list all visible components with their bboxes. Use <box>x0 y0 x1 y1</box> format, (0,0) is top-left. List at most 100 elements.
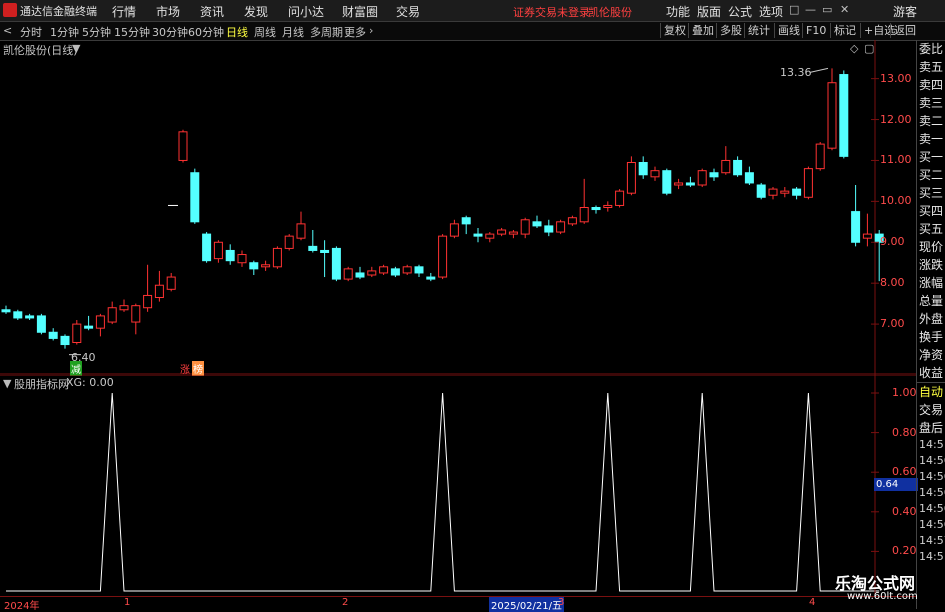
tick-time: 14:56 <box>919 502 945 515</box>
candle-body <box>662 170 672 194</box>
tick-time: 14:57 <box>919 534 945 547</box>
badge-reduce[interactable]: 减 <box>70 361 82 376</box>
candle <box>650 166 660 181</box>
candle <box>25 313 35 320</box>
menu-function[interactable]: 功能 <box>666 3 690 20</box>
btn-stats[interactable]: 统计 <box>744 23 773 38</box>
candle-body <box>697 170 707 186</box>
menu-wealth[interactable]: 财富圈 <box>342 3 378 20</box>
btn-multistock[interactable]: 多股 <box>716 23 745 38</box>
candle <box>615 189 625 208</box>
candle <box>166 272 176 292</box>
menu-options[interactable]: 选项 <box>759 3 783 20</box>
trade-list: 自动 交易 盘后 <box>917 382 945 437</box>
candle <box>556 219 566 235</box>
candle-body <box>438 235 448 278</box>
candle-body <box>296 223 306 239</box>
btn-adjust[interactable]: 复权 <box>660 23 689 38</box>
candle <box>296 211 306 241</box>
period-toolbar: < 分时 1分钟 5分钟 15分钟 30分钟 60分钟 日线 周线 月线 多周期… <box>0 22 945 41</box>
maximize-icon[interactable]: ▭ <box>822 3 832 16</box>
period-weekly[interactable]: 周线 <box>254 24 276 40</box>
cursor-date-badge: 2025/02/21/五 <box>489 597 565 612</box>
menu-ask[interactable]: 问小达 <box>288 3 324 20</box>
candle-body <box>272 247 282 268</box>
login-warning[interactable]: 证券交易未登录 <box>513 4 590 20</box>
btn-return[interactable]: 返回 <box>890 23 919 38</box>
candle-body <box>284 235 294 249</box>
quote-item: 买三 <box>919 186 944 200</box>
guest-user[interactable]: 游客 <box>893 3 917 20</box>
close-icon[interactable]: ✕ <box>840 3 849 16</box>
more-chevron-icon[interactable]: › <box>369 24 373 37</box>
candle <box>497 227 507 237</box>
menu-news[interactable]: 资讯 <box>200 3 224 20</box>
restore-icon[interactable]: □ <box>789 3 799 16</box>
trade-item[interactable]: 交易 <box>917 401 945 419</box>
tick-time: 14:56 <box>919 486 945 499</box>
badge-rank[interactable]: 榜 <box>192 361 204 376</box>
period-1min[interactable]: 1分钟 <box>50 24 79 40</box>
menu-discover[interactable]: 发现 <box>244 3 268 20</box>
candle-body <box>154 284 164 299</box>
quote-item: 卖三 <box>919 96 944 110</box>
candle-body <box>579 207 589 223</box>
badge-rise[interactable]: 涨 <box>180 361 190 376</box>
candle-body <box>119 305 129 311</box>
candle-body <box>414 266 424 274</box>
time-label-mar: 3 <box>558 597 565 608</box>
period-15min[interactable]: 15分钟 <box>114 24 150 40</box>
trade-item[interactable]: 盘后 <box>917 419 945 437</box>
menu-hq[interactable]: 行情 <box>112 3 136 20</box>
candle-body <box>733 159 743 176</box>
candle-body <box>331 247 341 280</box>
candle-body <box>461 217 471 225</box>
candlestick-chart[interactable] <box>0 40 916 375</box>
period-5min[interactable]: 5分钟 <box>82 24 111 40</box>
btn-mark[interactable]: 标记 <box>830 23 859 38</box>
menu-formula[interactable]: 公式 <box>728 3 752 20</box>
candle-body <box>756 184 766 198</box>
candle-body <box>190 172 200 223</box>
menu-trade[interactable]: 交易 <box>396 3 420 20</box>
candles-layer <box>1 67 884 356</box>
candle <box>249 260 259 275</box>
candle-body <box>107 307 117 323</box>
menu-layout[interactable]: 版面 <box>697 3 721 20</box>
quote-item: 卖四 <box>919 78 944 92</box>
y-tick-label: 8.00 <box>880 276 905 290</box>
back-arrow-icon[interactable]: < <box>3 24 12 37</box>
candle <box>721 146 731 175</box>
btn-f10[interactable]: F10 <box>802 23 829 38</box>
candle <box>567 215 577 226</box>
trade-item[interactable]: 自动 <box>917 383 945 401</box>
candle-body <box>143 294 153 309</box>
period-30min[interactable]: 30分钟 <box>152 24 188 40</box>
candle <box>119 299 129 312</box>
btn-draw[interactable]: 画线 <box>774 23 803 38</box>
candle <box>520 217 530 239</box>
candle <box>308 230 318 253</box>
y-tick-label: 10.00 <box>880 194 912 208</box>
candle <box>744 166 754 185</box>
candle <box>733 156 743 177</box>
candle <box>154 270 164 302</box>
indicator-chart[interactable] <box>0 375 916 597</box>
period-multi[interactable]: 多周期 <box>310 24 343 40</box>
period-daily[interactable]: 日线 <box>226 24 248 40</box>
candle <box>438 234 448 280</box>
quote-item: 换手 <box>919 330 944 344</box>
period-timeshare[interactable]: 分时 <box>20 24 42 40</box>
menu-market[interactable]: 市场 <box>156 3 180 20</box>
quote-item: 净资 <box>919 348 944 362</box>
minimize-icon[interactable]: — <box>805 3 816 16</box>
candle <box>508 230 518 239</box>
candle-body <box>780 190 790 194</box>
period-more[interactable]: 更多 <box>344 24 366 40</box>
period-monthly[interactable]: 月线 <box>282 24 304 40</box>
candle <box>768 187 778 200</box>
quote-item: 买五 <box>919 222 944 236</box>
candle <box>685 176 695 188</box>
btn-overlay[interactable]: 叠加 <box>688 23 717 38</box>
period-60min[interactable]: 60分钟 <box>188 24 224 40</box>
